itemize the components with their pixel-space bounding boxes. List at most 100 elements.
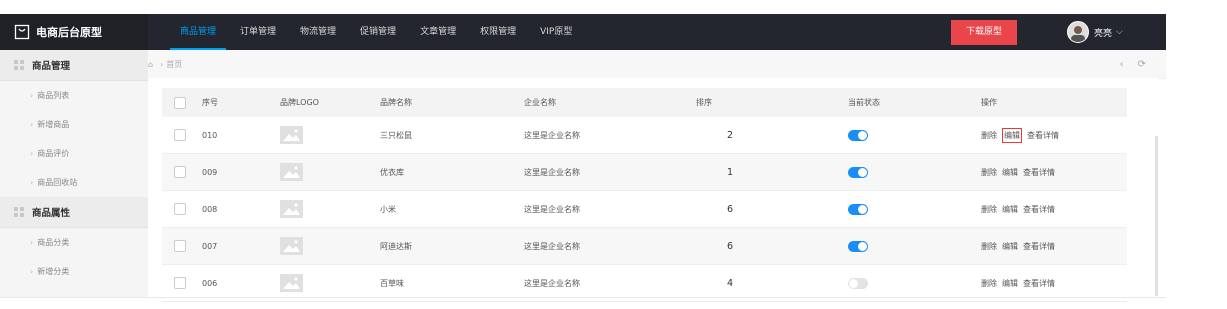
row-seq: 007	[202, 241, 218, 251]
brand-table: 序号 品牌LOGO 品牌名称 企业名称 排序 当前状态 操作 010 三只松鼠 …	[162, 88, 1127, 302]
table-row: 009 优衣库 这里是企业名称 1 删除 编辑 查看详情	[162, 154, 1127, 191]
row-checkbox[interactable]	[174, 191, 186, 227]
sidebar-item-label: 新增分类	[37, 267, 70, 276]
sidebar-group-attributes[interactable]: 商品属性	[0, 197, 148, 228]
edit-link[interactable]: 编辑	[1002, 167, 1018, 178]
topnav-item-goods[interactable]: 商品管理	[170, 14, 227, 50]
row-brand: 小米	[380, 204, 396, 214]
view-detail-link[interactable]: 查看详情	[1023, 241, 1055, 252]
shopping-bag-icon	[14, 24, 30, 40]
row-brand: 三只松鼠	[380, 130, 412, 140]
status-toggle[interactable]	[848, 228, 868, 264]
delete-link[interactable]: 删除	[981, 130, 997, 141]
view-detail-link[interactable]: 查看详情	[1027, 130, 1059, 141]
row-seq: 010	[202, 130, 218, 140]
sidebar-item-recycle-bin[interactable]: › 商品回收站	[0, 168, 148, 197]
row-company: 这里是企业名称	[524, 204, 580, 214]
header-ops: 操作	[981, 98, 997, 107]
header-brand: 品牌名称	[380, 98, 412, 107]
admin-app: 电商后台原型 商品管理 订单管理 物流管理 促销管理 文章管理 权限管理 VIP…	[0, 0, 1166, 309]
brand-logo-image-icon	[280, 117, 303, 153]
row-checkbox[interactable]	[174, 117, 186, 153]
row-order: 1	[727, 166, 734, 178]
view-detail-link[interactable]: 查看详情	[1023, 278, 1055, 289]
bullet-icon: ›	[30, 238, 34, 247]
row-company: 这里是企业名称	[524, 167, 580, 177]
row-company: 这里是企业名称	[524, 130, 580, 140]
row-order: 6	[727, 203, 734, 215]
delete-link[interactable]: 删除	[981, 241, 997, 252]
table-row: 010 三只松鼠 这里是企业名称 2 删除 编辑 查看详情	[162, 117, 1127, 154]
breadcrumb-controls: ‹ ⟳	[1106, 50, 1146, 78]
edit-link[interactable]: 编辑	[1002, 278, 1018, 289]
grid-icon	[14, 60, 24, 70]
row-brand: 阿迪达斯	[380, 241, 412, 251]
bullet-icon: ›	[30, 120, 34, 129]
vertical-scrollbar[interactable]	[1155, 136, 1158, 296]
row-actions: 删除 编辑 查看详情	[981, 228, 1060, 264]
row-seq: 006	[202, 278, 218, 288]
divider	[0, 297, 1166, 298]
top-bar: 电商后台原型 商品管理 订单管理 物流管理 促销管理 文章管理 权限管理 VIP…	[0, 14, 1166, 50]
breadcrumb-bar: ⌂ › 首页 ‹ ⟳	[148, 50, 1166, 79]
sidebar-item-goods-list[interactable]: › 商品列表	[0, 81, 148, 110]
edit-link[interactable]: 编辑	[1002, 241, 1018, 252]
header-seq: 序号	[202, 98, 218, 107]
sidebar: 商品管理 › 商品列表 › 新增商品 › 商品评价 › 商品回收站 商品属性 › 商品分类…	[0, 50, 149, 298]
topnav-item-vip[interactable]: VIP原型	[530, 14, 582, 50]
sidebar-item-label: 商品分类	[37, 238, 70, 247]
main-content: 序号 品牌LOGO 品牌名称 企业名称 排序 当前状态 操作 010 三只松鼠 …	[148, 78, 1158, 302]
sidebar-group-goods[interactable]: 商品管理	[0, 50, 148, 81]
home-icon[interactable]: ⌂	[148, 60, 153, 69]
view-detail-link[interactable]: 查看详情	[1023, 167, 1055, 178]
table-row: 008 小米 这里是企业名称 6 删除 编辑 查看详情	[162, 191, 1127, 228]
sidebar-item-label: 新增商品	[37, 120, 70, 129]
status-toggle[interactable]	[848, 154, 868, 190]
header-company: 企业名称	[524, 98, 556, 107]
grid-icon	[14, 207, 24, 217]
delete-link[interactable]: 删除	[981, 278, 997, 289]
row-seq: 008	[202, 204, 218, 214]
breadcrumb: ⌂ › 首页	[148, 50, 182, 78]
user-menu[interactable]: 亮亮 ⌵	[1067, 20, 1123, 44]
refresh-icon[interactable]: ⟳	[1138, 59, 1146, 70]
topnav-item-orders[interactable]: 订单管理	[230, 14, 286, 50]
header-status: 当前状态	[848, 98, 880, 107]
back-icon[interactable]: ‹	[1120, 59, 1124, 70]
delete-link[interactable]: 删除	[981, 167, 997, 178]
delete-link[interactable]: 删除	[981, 204, 997, 215]
row-checkbox[interactable]	[174, 265, 186, 301]
bullet-icon: ›	[30, 149, 34, 158]
select-all-checkbox[interactable]	[174, 88, 186, 117]
row-brand: 优衣库	[380, 167, 404, 177]
sidebar-item-goods-reviews[interactable]: › 商品评价	[0, 139, 148, 168]
sidebar-item-label: 商品回收站	[37, 178, 78, 187]
chevron-right-icon: ›	[160, 59, 164, 69]
chevron-down-icon: ⌵	[1116, 27, 1123, 37]
table-header: 序号 品牌LOGO 品牌名称 企业名称 排序 当前状态 操作	[162, 88, 1127, 117]
row-checkbox[interactable]	[174, 154, 186, 190]
view-detail-link[interactable]: 查看详情	[1023, 204, 1055, 215]
bullet-icon: ›	[30, 267, 34, 276]
user-name: 亮亮	[1094, 28, 1113, 39]
row-checkbox[interactable]	[174, 228, 186, 264]
breadcrumb-home[interactable]: 首页	[166, 59, 182, 70]
edit-link[interactable]: 编辑	[1002, 127, 1022, 143]
sidebar-item-add-category[interactable]: › 新增分类	[0, 257, 148, 286]
brand-logo-image-icon	[280, 228, 303, 264]
topnav-item-permissions[interactable]: 权限管理	[470, 14, 526, 50]
status-toggle[interactable]	[848, 191, 868, 227]
table-row: 007 阿迪达斯 这里是企业名称 6 删除 编辑 查看详情	[162, 228, 1127, 265]
status-toggle[interactable]	[848, 117, 868, 153]
edit-link[interactable]: 编辑	[1002, 204, 1018, 215]
download-prototype-button[interactable]: 下载原型	[951, 20, 1017, 45]
header-logo: 品牌LOGO	[280, 98, 319, 107]
app-logo[interactable]: 电商后台原型	[0, 14, 148, 50]
topnav-item-logistics[interactable]: 物流管理	[290, 14, 346, 50]
sidebar-item-categories[interactable]: › 商品分类	[0, 228, 148, 257]
sidebar-item-add-goods[interactable]: › 新增商品	[0, 110, 148, 139]
topnav-item-promotions[interactable]: 促销管理	[350, 14, 406, 50]
status-toggle[interactable]	[848, 265, 868, 301]
bullet-icon: ›	[30, 178, 34, 187]
topnav-item-articles[interactable]: 文章管理	[410, 14, 466, 50]
